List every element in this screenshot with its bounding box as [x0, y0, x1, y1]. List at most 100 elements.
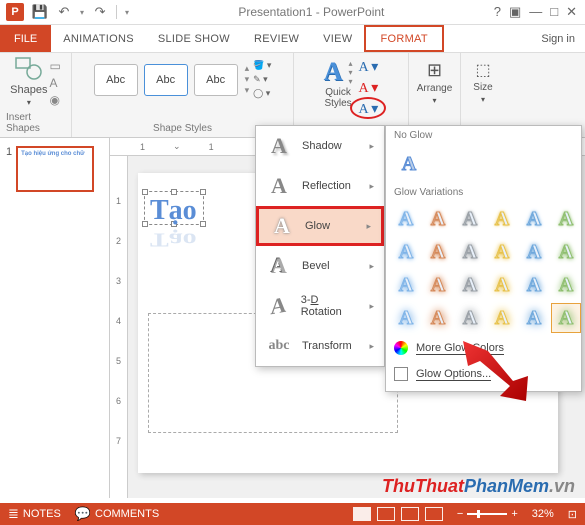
glow-variation-3-1[interactable]: A — [423, 303, 453, 333]
glow-variation-2-0[interactable]: A — [391, 270, 421, 300]
ribbon-tabs: FILE ANIMATIONS SLIDE SHOW REVIEW VIEW F… — [0, 25, 585, 53]
arrange-button[interactable]: ⊞ Arrange ▾ — [409, 56, 461, 109]
glow-variation-0-1[interactable]: A — [423, 204, 453, 234]
edit-shape-icon[interactable]: ▭ — [49, 59, 60, 73]
merge-shapes-icon[interactable]: ◉ — [49, 93, 60, 107]
tab-file[interactable]: FILE — [0, 25, 51, 52]
text-box-icon[interactable]: A — [49, 76, 60, 90]
glow-options[interactable]: Glow Options... — [386, 361, 581, 387]
undo-icon[interactable]: ↶ — [56, 4, 72, 20]
glow-icon: A — [269, 213, 295, 239]
normal-view-icon[interactable] — [353, 507, 371, 521]
group-insert-shapes: Shapes ▾ ▭ A ◉ Insert Shapes — [0, 53, 72, 137]
glow-variation-3-2[interactable]: A — [455, 303, 485, 333]
quick-access-toolbar: P 💾 ↶ ▾ ↷ ▾ — [0, 3, 129, 21]
glow-variation-0-5[interactable]: A — [551, 204, 581, 234]
fx-bevel[interactable]: A Bevel ▸ — [256, 246, 384, 286]
reading-view-icon[interactable] — [401, 507, 419, 521]
glow-variations-grid: AAAAAAAAAAAAAAAAAAAAAAAA — [386, 202, 581, 335]
redo-icon[interactable]: ↷ — [92, 4, 108, 20]
wordart-gallery-icon[interactable]: A — [324, 57, 343, 87]
window-title: Presentation1 - PowerPoint — [129, 5, 494, 19]
sorter-view-icon[interactable] — [377, 507, 395, 521]
tab-format[interactable]: FORMAT — [364, 25, 443, 52]
fx-shadow[interactable]: A Shadow ▸ — [256, 126, 384, 166]
shapes-label: Shapes — [10, 84, 47, 96]
glow-variation-3-4[interactable]: A — [519, 303, 549, 333]
fit-to-window-icon[interactable]: ⊡ — [568, 508, 577, 521]
glow-variation-1-4[interactable]: A — [519, 237, 549, 267]
qat-separator — [116, 5, 117, 19]
text-outline-icon[interactable]: A ▾ — [358, 80, 378, 97]
notes-button[interactable]: ≣NOTES — [8, 506, 61, 522]
glow-variation-1-3[interactable]: A — [487, 237, 517, 267]
close-icon[interactable]: ✕ — [566, 4, 577, 20]
shape-outline-icon[interactable]: ✎ ▾ — [253, 74, 271, 85]
fx-reflection[interactable]: A Reflection ▸ — [256, 166, 384, 206]
glow-variation-2-4[interactable]: A — [519, 270, 549, 300]
glow-variation-1-2[interactable]: A — [455, 237, 485, 267]
bevel-icon: A — [266, 253, 292, 279]
text-fill-icon[interactable]: A ▾ — [358, 59, 378, 76]
glow-variation-0-0[interactable]: A — [391, 204, 421, 234]
sign-in-link[interactable]: Sign in — [531, 25, 585, 52]
maximize-icon[interactable]: □ — [550, 4, 558, 20]
save-icon[interactable]: 💾 — [32, 4, 48, 20]
shape-style-gallery[interactable]: Abc Abc Abc — [90, 58, 242, 102]
text-effects-button[interactable]: A ▾ — [358, 101, 378, 118]
style-item-2[interactable]: Abc — [144, 64, 188, 96]
view-buttons — [353, 507, 443, 521]
zoom-slider[interactable]: −+ — [457, 508, 518, 520]
arrange-label: Arrange — [417, 83, 453, 94]
glow-variation-2-5[interactable]: A — [551, 270, 581, 300]
title-bar: P 💾 ↶ ▾ ↷ ▾ Presentation1 - PowerPoint ?… — [0, 0, 585, 25]
glow-variation-1-1[interactable]: A — [423, 237, 453, 267]
glow-variation-2-2[interactable]: A — [455, 270, 485, 300]
fx-3d-rotation[interactable]: A 3-D Rotation ▸ — [256, 286, 384, 326]
comments-button[interactable]: 💬COMMENTS — [75, 506, 159, 522]
fx-transform[interactable]: abc Transform ▸ — [256, 326, 384, 366]
text-effects-dropdown: A Shadow ▸ A Reflection ▸ A Glow ▸ A Bev… — [255, 125, 385, 367]
tab-animations[interactable]: ANIMATIONS — [51, 25, 146, 52]
shape-effects-icon[interactable]: ◯ ▾ — [253, 88, 271, 99]
more-glow-colors[interactable]: More Glow Colors — [386, 335, 581, 361]
thumbnail-slide-1[interactable]: 1 Tạo hiệu ứng cho chữ — [6, 146, 103, 192]
gallery-more-icon[interactable]: ▴▾▾ — [242, 63, 250, 96]
zoom-level[interactable]: 32% — [532, 508, 554, 520]
size-button[interactable]: ⬚ Size ▾ — [465, 56, 500, 108]
style-item-3[interactable]: Abc — [194, 64, 238, 96]
glow-variation-0-2[interactable]: A — [455, 204, 485, 234]
glow-variation-1-5[interactable]: A — [551, 237, 581, 267]
fx-glow[interactable]: A Glow ▸ — [256, 206, 384, 246]
glow-variation-3-5[interactable]: A — [551, 303, 581, 333]
slideshow-view-icon[interactable] — [425, 507, 443, 521]
glow-variation-2-3[interactable]: A — [487, 270, 517, 300]
glow-variation-0-3[interactable]: A — [487, 204, 517, 234]
rotation-icon: A — [266, 291, 291, 321]
size-label: Size — [473, 82, 492, 93]
shape-fill-icon[interactable]: 🪣 ▾ — [253, 60, 271, 71]
tab-slideshow[interactable]: SLIDE SHOW — [146, 25, 242, 52]
help-icon[interactable]: ? — [494, 4, 501, 20]
tab-review[interactable]: REVIEW — [242, 25, 311, 52]
no-glow-option[interactable]: A — [394, 149, 424, 179]
undo-dropdown-icon[interactable]: ▾ — [80, 8, 84, 17]
no-glow-header: No Glow — [386, 126, 581, 145]
slide-title-text[interactable]: Tạo — [150, 195, 197, 227]
transform-icon: abc — [266, 338, 292, 354]
style-item-1[interactable]: Abc — [94, 64, 138, 96]
shapes-button[interactable]: Shapes ▾ — [10, 56, 47, 107]
slide-thumbnail-panel: 1 Tạo hiệu ứng cho chữ — [0, 138, 110, 498]
glow-variation-2-1[interactable]: A — [423, 270, 453, 300]
glow-variation-0-4[interactable]: A — [519, 204, 549, 234]
window-controls: ? ▣ — □ ✕ — [494, 4, 585, 20]
tab-view[interactable]: VIEW — [311, 25, 364, 52]
slide-title-reflection: Tạo — [150, 228, 197, 250]
ribbon-options-icon[interactable]: ▣ — [509, 4, 521, 20]
powerpoint-logo-icon: P — [6, 3, 24, 21]
glow-variation-3-3[interactable]: A — [487, 303, 517, 333]
glow-variation-3-0[interactable]: A — [391, 303, 421, 333]
minimize-icon[interactable]: — — [529, 4, 542, 20]
comments-icon: 💬 — [75, 506, 91, 522]
glow-variation-1-0[interactable]: A — [391, 237, 421, 267]
